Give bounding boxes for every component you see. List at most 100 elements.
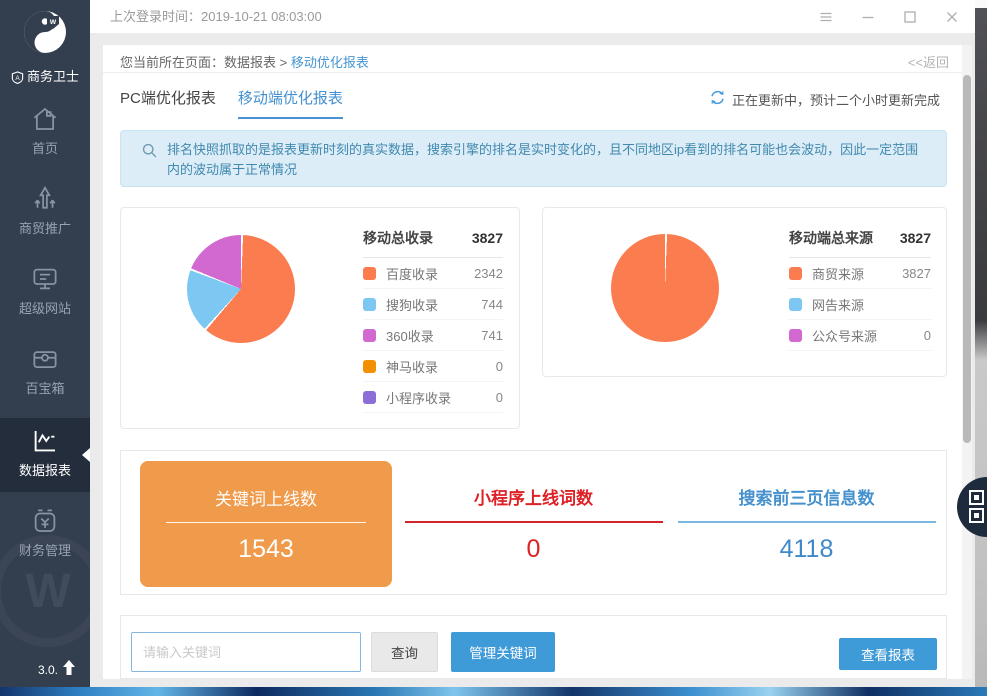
- sidebar-item-super-website[interactable]: 超级网站: [0, 256, 90, 332]
- toolbox-icon: [30, 344, 60, 374]
- stats-panel: 关键词上线数 1543 小程序上线词数 0 搜索前三页信息数 4118: [120, 450, 947, 595]
- desktop-edge-strip: [975, 0, 987, 687]
- sidebar-item-promotion[interactable]: 商贸推广: [0, 176, 90, 252]
- legend-value: 2342: [474, 266, 503, 281]
- version-label: 3.0.: [0, 660, 90, 679]
- chart-legend: 移动端总来源 3827 商贸来源 3827 网告来源: [789, 228, 931, 351]
- stat-label: 关键词上线数: [140, 485, 392, 510]
- legend-swatch: [363, 360, 376, 373]
- sidebar-item-label: 数据报表: [0, 460, 90, 479]
- legend-row: 搜狗收录 744: [363, 289, 503, 320]
- chart-card-mobile-source: 移动端总来源 3827 商贸来源 3827 网告来源: [542, 207, 947, 377]
- stat-label: 小程序上线词数: [401, 484, 666, 509]
- search-icon: [141, 142, 158, 164]
- titlebar: 上次登录时间：2019-10-21 08:03:00: [90, 0, 975, 33]
- sidebar: w A 商务卫士 首页: [0, 0, 90, 687]
- stat-value: 1543: [140, 535, 392, 564]
- legend-row: 神马收录 0: [363, 351, 503, 382]
- home-icon: [30, 104, 60, 134]
- report-tabs: PC端优化报表 移动端优化报表: [120, 87, 343, 119]
- legend-row: 商贸来源 3827: [789, 258, 931, 289]
- scrollbar-track[interactable]: [962, 45, 972, 679]
- legend-row: 360收录 741: [363, 320, 503, 351]
- chart-total: 3827: [472, 230, 503, 246]
- svg-text:A: A: [15, 75, 20, 82]
- pie-chart-mobile-source: [611, 234, 719, 342]
- refresh-icon: [709, 89, 726, 109]
- sidebar-item-data-report[interactable]: 数据报表: [0, 418, 90, 492]
- chart-title-row: 移动端总来源 3827: [789, 228, 931, 258]
- legend-row: 网告来源: [789, 289, 931, 320]
- breadcrumb-current: 移动优化报表: [291, 55, 369, 70]
- update-status: 正在更新中，预计二个小时更新完成: [709, 89, 940, 109]
- legend-value: 0: [496, 359, 503, 374]
- data-report-icon: [30, 426, 60, 456]
- notice-text: 排名快照抓取的是报表更新时刻的真实数据，搜索引擎的排名是实时变化的，且不同地区i…: [167, 140, 922, 180]
- maximize-icon[interactable]: [901, 8, 919, 26]
- scrollbar-thumb[interactable]: [963, 75, 971, 443]
- legend-row: 小程序收录 0: [363, 382, 503, 413]
- breadcrumb-row: 您当前所在页面：数据报表 > 移动优化报表 <<返回: [103, 45, 962, 73]
- sidebar-item-toolbox[interactable]: 百宝箱: [0, 336, 90, 412]
- legend-name: 神马收录: [386, 357, 496, 376]
- stat-value: 0: [401, 535, 666, 564]
- desktop-background-strip: [0, 687, 987, 696]
- legend-value: 0: [496, 390, 503, 405]
- svg-text:w: w: [49, 17, 57, 26]
- sidebar-item-label: 商贸推广: [0, 218, 90, 237]
- chart-total: 3827: [900, 230, 931, 246]
- chart-card-mobile-index: 移动总收录 3827 百度收录 2342 搜狗收录 744: [120, 207, 520, 429]
- logo-label: 商务卫士: [27, 66, 79, 85]
- legend-swatch: [789, 267, 802, 280]
- keyword-input[interactable]: [131, 632, 361, 672]
- logo-icon: w: [21, 43, 69, 60]
- view-report-button[interactable]: 查看报表: [839, 638, 937, 670]
- legend-swatch: [363, 298, 376, 311]
- super-website-icon: [30, 264, 60, 294]
- sidebar-item-label: 百宝箱: [0, 378, 90, 397]
- chart-legend: 移动总收录 3827 百度收录 2342 搜狗收录 744: [363, 228, 503, 413]
- app-logo: w A 商务卫士: [0, 0, 90, 90]
- legend-name: 公众号来源: [812, 326, 924, 345]
- sidebar-item-home[interactable]: 首页: [0, 96, 90, 172]
- menu-icon[interactable]: [817, 8, 835, 26]
- legend-value: 741: [481, 328, 503, 343]
- stat-card-top3-pages-info: 搜索前三页信息数 4118: [674, 451, 939, 596]
- stat-label: 搜索前三页信息数: [674, 484, 939, 509]
- back-link[interactable]: <<返回: [908, 52, 949, 71]
- legend-name: 商贸来源: [812, 264, 902, 283]
- breadcrumb: 您当前所在页面：数据报表 > 移动优化报表: [120, 52, 369, 71]
- legend-name: 百度收录: [386, 264, 474, 283]
- tab-pc-report[interactable]: PC端优化报表: [120, 87, 216, 119]
- legend-name: 搜狗收录: [386, 295, 481, 314]
- last-login-text: 上次登录时间：2019-10-21 08:03:00: [110, 0, 322, 33]
- legend-swatch: [789, 329, 802, 342]
- stat-divider: [678, 521, 936, 523]
- legend-value: 0: [924, 328, 931, 343]
- legend-row: 百度收录 2342: [363, 258, 503, 289]
- legend-name: 网告来源: [812, 295, 931, 314]
- chart-title: 移动端总来源: [789, 228, 873, 248]
- stat-card-miniprogram-words: 小程序上线词数 0: [401, 451, 666, 596]
- query-button[interactable]: 查询: [371, 632, 438, 672]
- up-arrow-icon[interactable]: [62, 660, 76, 679]
- legend-row: 公众号来源 0: [789, 320, 931, 351]
- close-icon[interactable]: [943, 8, 961, 26]
- legend-name: 360收录: [386, 326, 481, 345]
- keyword-toolbar: 查询 管理关键词 查看报表: [120, 615, 947, 679]
- stat-divider: [166, 522, 366, 523]
- content-area: 您当前所在页面：数据报表 > 移动优化报表 <<返回 PC端优化报表 移动端优化…: [90, 33, 975, 687]
- shield-badge-icon: A: [11, 63, 24, 87]
- chart-title-row: 移动总收录 3827: [363, 228, 503, 258]
- tab-mobile-report[interactable]: 移动端优化报表: [238, 87, 343, 119]
- sidebar-item-label: 首页: [0, 138, 90, 157]
- stat-divider: [405, 521, 663, 523]
- promotion-icon: [30, 184, 60, 214]
- active-item-notch: [82, 448, 90, 462]
- stat-value: 4118: [674, 535, 939, 564]
- minimize-icon[interactable]: [859, 8, 877, 26]
- manage-keywords-button[interactable]: 管理关键词: [451, 632, 555, 672]
- finance-icon: [30, 506, 60, 536]
- notice-banner: 排名快照抓取的是报表更新时刻的真实数据，搜索引擎的排名是实时变化的，且不同地区i…: [120, 130, 947, 187]
- sidebar-item-label: 超级网站: [0, 298, 90, 317]
